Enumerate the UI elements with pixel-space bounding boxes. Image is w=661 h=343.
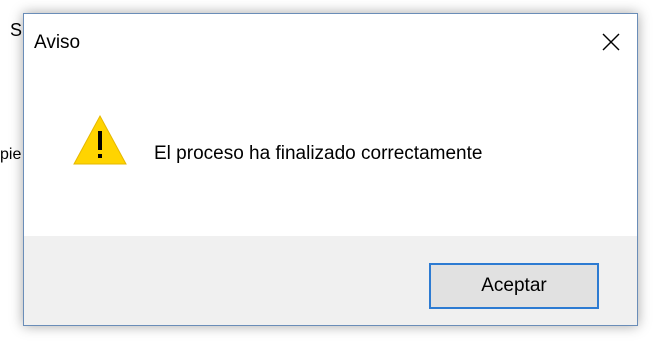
close-icon xyxy=(602,33,620,51)
dialog-title: Aviso xyxy=(34,32,81,53)
dialog-footer: Aceptar xyxy=(24,236,637,325)
dialog-title-bar[interactable]: Aviso xyxy=(24,14,637,69)
accept-button-label: Aceptar xyxy=(481,275,547,296)
accept-button[interactable]: Aceptar xyxy=(429,263,599,309)
dialog-content: El proceso ha finalizado correctamente xyxy=(24,69,637,236)
background-label-side: pie xyxy=(0,146,22,163)
close-button[interactable] xyxy=(591,22,631,62)
background-label-top: S xyxy=(10,20,23,40)
message-dialog: Aviso El proceso ha finalizado correctam… xyxy=(23,13,638,326)
warning-icon xyxy=(73,114,127,165)
dialog-message: El proceso ha finalizado correctamente xyxy=(154,143,483,164)
